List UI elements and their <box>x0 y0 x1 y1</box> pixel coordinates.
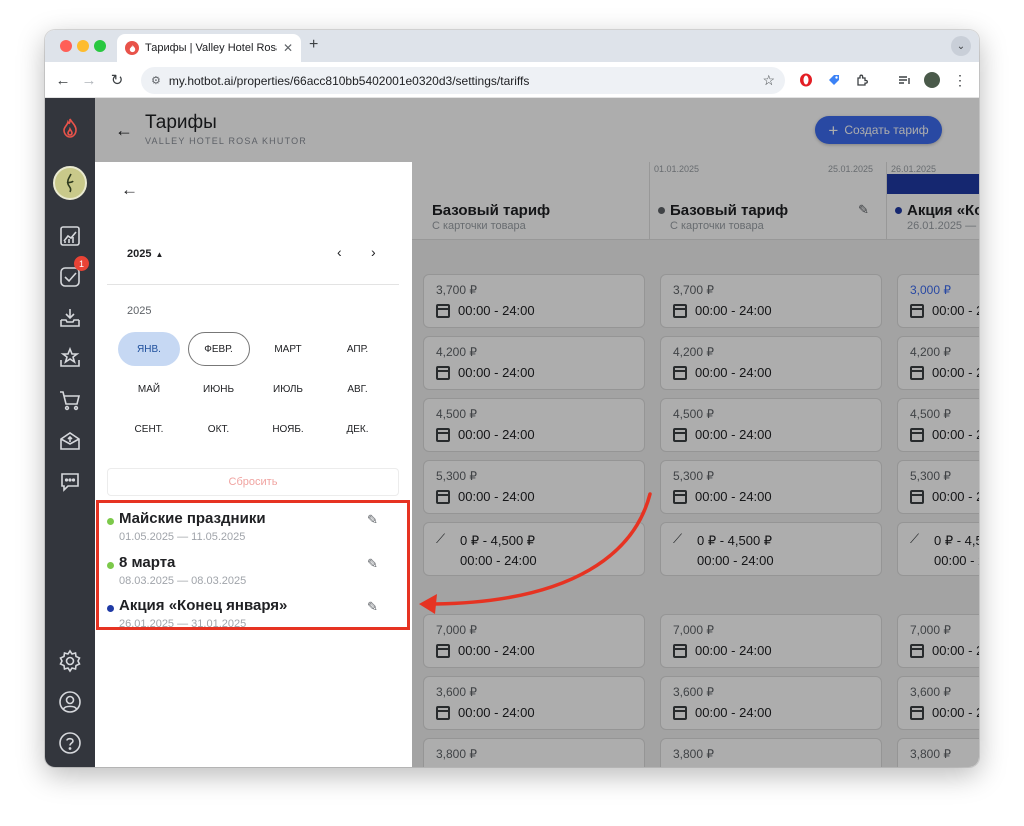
tag-extension-icon[interactable] <box>825 71 843 89</box>
promotion-color-dot <box>107 605 114 612</box>
bookmark-star-icon[interactable]: ☆ <box>762 72 775 89</box>
shop-cart-icon[interactable] <box>56 386 84 414</box>
month-button[interactable]: АПР. <box>327 332 389 366</box>
browser-window: Тарифы | Valley Hotel Rosa K ✕ + ⌄ ← → ↻… <box>45 30 979 767</box>
month-button[interactable]: НОЯБ. <box>257 412 319 446</box>
new-tab-button[interactable]: + <box>309 36 318 54</box>
prev-year-chevron-icon[interactable]: ‹ <box>337 244 342 260</box>
month-button[interactable]: МАРТ <box>257 332 319 366</box>
year-selector[interactable]: 2025 ▲ <box>127 248 163 260</box>
year-label: 2025 <box>127 305 152 317</box>
url-text: my.hotbot.ai/properties/66acc810bb540200… <box>168 73 530 88</box>
tab-close-icon[interactable]: ✕ <box>283 41 293 55</box>
tab-search-chevron-icon[interactable]: ⌄ <box>951 36 971 56</box>
promotion-item[interactable]: Акция «Конец января» 26.01.2025 — 31.01.2… <box>107 597 378 633</box>
app-root: 1 ← Тарифы VALLEY HOTEL ROSA KHUTOR + Со… <box>45 98 979 767</box>
browser-menu-icon[interactable]: ⋮ <box>951 71 969 89</box>
chat-icon[interactable] <box>56 468 84 496</box>
month-button[interactable]: ОКТ. <box>188 412 250 446</box>
tab-title: Тарифы | Valley Hotel Rosa K <box>145 42 277 54</box>
promotion-color-dot <box>107 562 114 569</box>
mailing-icon[interactable] <box>56 427 84 455</box>
month-button[interactable]: ДЕК. <box>327 412 389 446</box>
promotion-dates: 26.01.2025 — 31.01.2025 <box>119 618 247 630</box>
edit-pencil-icon[interactable]: ✎ <box>367 512 378 528</box>
month-button[interactable]: ИЮЛЬ <box>257 372 319 406</box>
maximize-window-button[interactable] <box>94 40 106 52</box>
back-nav-icon[interactable]: ← <box>53 70 73 90</box>
reset-button[interactable]: Сбросить <box>107 468 399 496</box>
address-bar[interactable]: ⚙ my.hotbot.ai/properties/66acc810bb5402… <box>141 67 785 94</box>
month-button[interactable]: ЯНВ. <box>118 332 180 366</box>
inbox-download-icon[interactable] <box>56 304 84 332</box>
reload-icon[interactable]: ↻ <box>107 70 127 90</box>
minimize-window-button[interactable] <box>77 40 89 52</box>
promotion-title: 8 марта <box>119 554 176 571</box>
month-button[interactable]: МАЙ <box>118 372 180 406</box>
reviews-star-icon[interactable] <box>56 344 84 372</box>
browser-tabbar: Тарифы | Valley Hotel Rosa K ✕ + ⌄ <box>45 30 979 62</box>
help-question-icon[interactable] <box>56 729 84 757</box>
promotion-color-dot <box>107 518 114 525</box>
profile-user-icon[interactable] <box>56 688 84 716</box>
month-button[interactable]: СЕНТ. <box>118 412 180 446</box>
promotion-item[interactable]: 8 марта 08.03.2025 — 08.03.2025 ✎ <box>107 554 378 590</box>
extensions-puzzle-icon[interactable] <box>853 71 871 89</box>
left-navigation: 1 <box>45 98 95 767</box>
tasks-badge: 1 <box>74 256 89 271</box>
profile-avatar-icon[interactable] <box>923 71 941 89</box>
browser-tab-active[interactable]: Тарифы | Valley Hotel Rosa K ✕ <box>117 34 301 62</box>
promotion-title: Акция «Конец января» <box>119 597 288 614</box>
calendar-drawer: ← 2025 ▲ ‹ › 2025 ЯНВ. ФЕВР. МАРТ АПР. МАЙ ИЮ… <box>95 162 412 767</box>
promotion-item[interactable]: Майские праздники 01.05.2025 — 11.05.2025… <box>107 510 378 546</box>
drawer-back-arrow-icon[interactable]: ← <box>121 180 138 200</box>
hotbot-favicon-icon <box>125 41 139 55</box>
settings-gear-icon[interactable] <box>56 647 84 675</box>
reading-list-icon[interactable] <box>895 71 913 89</box>
month-button[interactable]: АВГ. <box>327 372 389 406</box>
browser-toolbar: ← → ↻ ⚙ my.hotbot.ai/properties/66acc810… <box>45 62 979 98</box>
promotion-title: Майские праздники <box>119 510 266 527</box>
year-selector-value: 2025 <box>127 248 152 260</box>
forward-nav-icon[interactable]: → <box>79 70 99 90</box>
opera-extension-icon[interactable] <box>797 71 815 89</box>
caret-up-icon: ▲ <box>155 249 164 259</box>
analytics-icon[interactable] <box>56 222 84 250</box>
hotbot-logo-icon[interactable] <box>56 114 84 142</box>
edit-pencil-icon[interactable]: ✎ <box>367 599 378 615</box>
drawer-divider <box>107 284 399 285</box>
property-avatar[interactable] <box>53 166 87 200</box>
edit-pencil-icon[interactable]: ✎ <box>367 556 378 572</box>
promotion-dates: 01.05.2025 — 11.05.2025 <box>119 531 246 543</box>
next-year-chevron-icon[interactable]: › <box>371 244 376 260</box>
site-settings-icon[interactable]: ⚙ <box>151 74 161 87</box>
month-button[interactable]: ИЮНЬ <box>188 372 250 406</box>
close-window-button[interactable] <box>60 40 72 52</box>
month-button[interactable]: ФЕВР. <box>187 332 250 366</box>
promotion-dates: 08.03.2025 — 08.03.2025 <box>119 575 247 587</box>
